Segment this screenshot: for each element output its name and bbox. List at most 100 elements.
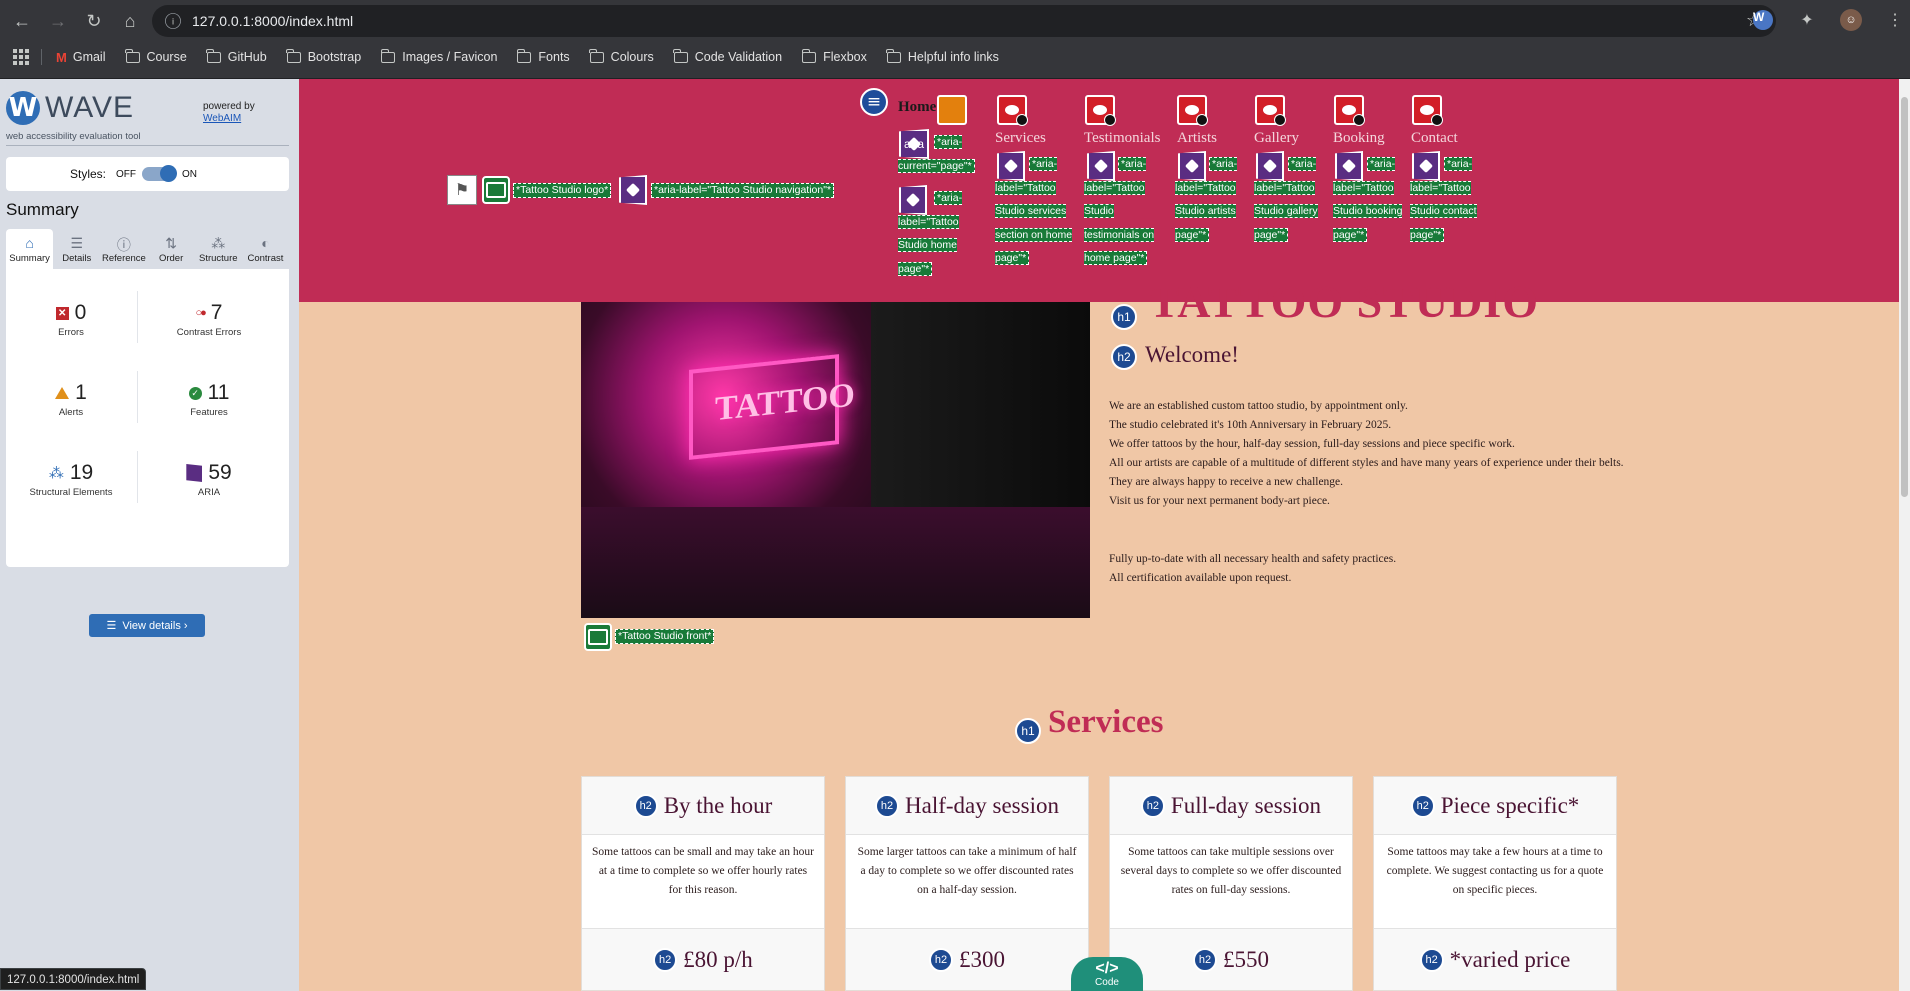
site-info-icon[interactable]: i xyxy=(165,13,181,29)
logo-image[interactable] xyxy=(447,175,477,205)
h1-structure-icon[interactable]: h1 xyxy=(1111,304,1137,330)
styles-toggle[interactable] xyxy=(142,165,178,182)
wave-divider xyxy=(6,145,289,146)
stat-features[interactable]: ✓ 11 Features xyxy=(144,381,274,418)
tab-contrast[interactable]: ◐ Contrast xyxy=(242,229,289,269)
nav-services[interactable]: Services xyxy=(995,130,1046,147)
h2-structure-icon[interactable]: h2 xyxy=(929,947,953,972)
stats-divider xyxy=(137,451,138,503)
hero-neon-sign: TATTOO xyxy=(689,354,855,460)
bookmark-helpful-info[interactable]: Helpful info links xyxy=(886,48,999,64)
nav-contact[interactable]: Contact xyxy=(1411,130,1458,147)
bookmark-code-validation[interactable]: Code Validation xyxy=(673,48,782,64)
profile-avatar[interactable]: ☺ xyxy=(1838,7,1864,33)
redundant-link-alert-icon[interactable] xyxy=(937,95,967,125)
scrollbar-thumb[interactable] xyxy=(1901,97,1908,497)
services-heading: Services xyxy=(1048,704,1164,740)
bookmark-gmail[interactable]: M Gmail xyxy=(56,50,106,65)
list-structure-icon[interactable] xyxy=(860,88,888,116)
folder-icon xyxy=(801,48,817,63)
stat-structural[interactable]: ⁂ 19 Structural Elements xyxy=(6,461,136,498)
h2-structure-icon[interactable]: h2 xyxy=(1140,793,1165,818)
page-title: TATTOO STUDIO xyxy=(1149,276,1540,327)
info-icon: ⓘ xyxy=(116,236,131,253)
stat-contrast-errors[interactable]: ○● 7 Contrast Errors xyxy=(144,301,274,338)
alt-text-icon[interactable] xyxy=(482,176,510,204)
nav-booking[interactable]: Booking xyxy=(1333,130,1385,147)
service-card: h2 Full-day session Some tattoos can take… xyxy=(1109,776,1353,991)
h2-structure-icon[interactable]: h2 xyxy=(633,793,658,818)
folder-icon xyxy=(380,48,396,63)
browser-chrome: ← → ↻ ⌂ i 127.0.0.1:8000/index.html ☆ W … xyxy=(0,0,1910,78)
h2-structure-icon[interactable]: h2 xyxy=(1410,793,1435,818)
contrast-error-icon[interactable] xyxy=(1412,95,1443,126)
address-url[interactable]: 127.0.0.1:8000/index.html xyxy=(192,13,353,29)
reload-icon[interactable]: ↻ xyxy=(80,7,108,35)
bookmark-images-favicon[interactable]: Images / Favicon xyxy=(380,48,497,64)
styles-toggle-box: Styles: OFF ON xyxy=(6,157,289,191)
aria-label-icon[interactable] xyxy=(619,175,647,205)
hero-street xyxy=(581,507,1090,618)
h2-structure-icon[interactable]: h2 xyxy=(1419,947,1444,972)
bookmark-course[interactable]: Course xyxy=(124,48,187,64)
about-text: We are an established custom tattoo stud… xyxy=(1109,400,1624,507)
stat-alerts[interactable]: 1 Alerts xyxy=(6,381,136,418)
tab-summary[interactable]: ⌂ Summary xyxy=(6,229,54,269)
card-title: h2 By the hour xyxy=(582,777,824,835)
home-icon[interactable]: ⌂ xyxy=(116,7,144,35)
stat-aria[interactable]: 59 ARIA xyxy=(144,461,274,498)
extensions-puzzle-icon[interactable]: ✦ xyxy=(1794,7,1820,33)
code-icon: </> xyxy=(1095,960,1119,977)
alt-text-icon[interactable] xyxy=(584,623,612,651)
nav-gallery[interactable]: Gallery xyxy=(1254,130,1299,147)
status-bar-url: 127.0.0.1:8000/index.html xyxy=(0,968,147,990)
tab-reference[interactable]: ⓘ Reference xyxy=(100,229,147,269)
nav-artists[interactable]: Artists xyxy=(1177,130,1217,147)
page-scrollbar[interactable] xyxy=(1899,79,1910,991)
bookmark-colours[interactable]: Colours xyxy=(589,48,654,64)
contrast-error-icon[interactable] xyxy=(1085,95,1116,126)
webaim-link[interactable]: WebAIM xyxy=(203,113,241,124)
wave-logo-icon: W xyxy=(6,91,40,125)
back-icon[interactable]: ← xyxy=(8,7,36,35)
styles-off-label: OFF xyxy=(116,168,137,180)
address-bar[interactable]: i 127.0.0.1:8000/index.html ☆ xyxy=(152,5,1776,37)
bookmark-fonts[interactable]: Fonts xyxy=(516,48,570,64)
bookmark-bootstrap[interactable]: Bootstrap xyxy=(286,48,361,64)
view-details-button[interactable]: ☰ View details › xyxy=(89,614,205,637)
contrast-error-icon: ○● xyxy=(195,307,207,319)
bookmarks-separator xyxy=(41,49,42,65)
bookmark-flexbox[interactable]: Flexbox xyxy=(801,48,867,64)
contrast-error-icon[interactable] xyxy=(997,95,1028,126)
code-button[interactable]: </> Code xyxy=(1071,957,1143,991)
stats-divider xyxy=(137,291,138,343)
nav-home[interactable]: Home xyxy=(898,99,936,116)
h1-structure-icon[interactable]: h1 xyxy=(1015,718,1041,744)
h2-structure-icon[interactable]: h2 xyxy=(875,793,900,818)
forward-icon[interactable]: → xyxy=(44,7,72,35)
browser-menu-icon[interactable]: ⋮ xyxy=(1882,7,1908,33)
tab-structure[interactable]: ⁂ Structure xyxy=(195,229,242,269)
contrast-error-icon[interactable] xyxy=(1255,95,1286,126)
h2-structure-icon[interactable]: h2 xyxy=(1193,947,1217,972)
h2-structure-icon[interactable]: h2 xyxy=(1111,344,1137,370)
tab-details[interactable]: ☰ Details xyxy=(53,229,100,269)
card-text: Some tattoos can take multiple sessions … xyxy=(1120,846,1342,896)
contrast-error-icon[interactable] xyxy=(1177,95,1208,126)
card-title: h2 Half-day session xyxy=(846,777,1088,835)
summary-heading: Summary xyxy=(6,200,79,219)
bookmark-github[interactable]: GitHub xyxy=(206,48,267,64)
nav-testimonials[interactable]: Testimonials xyxy=(1084,130,1160,147)
contrast-error-icon[interactable] xyxy=(1334,95,1365,126)
folder-icon xyxy=(673,48,688,63)
stat-errors[interactable]: ✕ 0 Errors xyxy=(6,301,136,338)
structure-icon: ⁂ xyxy=(48,465,64,482)
tab-order[interactable]: ⇅ Order xyxy=(148,229,195,269)
h2-structure-icon[interactable]: h2 xyxy=(653,947,678,972)
extensions-area: W ✦ ☺ ⋮ xyxy=(1750,7,1908,33)
service-card: h2 Half-day session Some larger tattoos c… xyxy=(845,776,1089,991)
folder-icon xyxy=(516,48,532,63)
contrast-icon: ◐ xyxy=(261,234,270,251)
wave-extension-icon[interactable]: W xyxy=(1750,7,1776,33)
apps-grid-icon[interactable] xyxy=(13,49,29,65)
